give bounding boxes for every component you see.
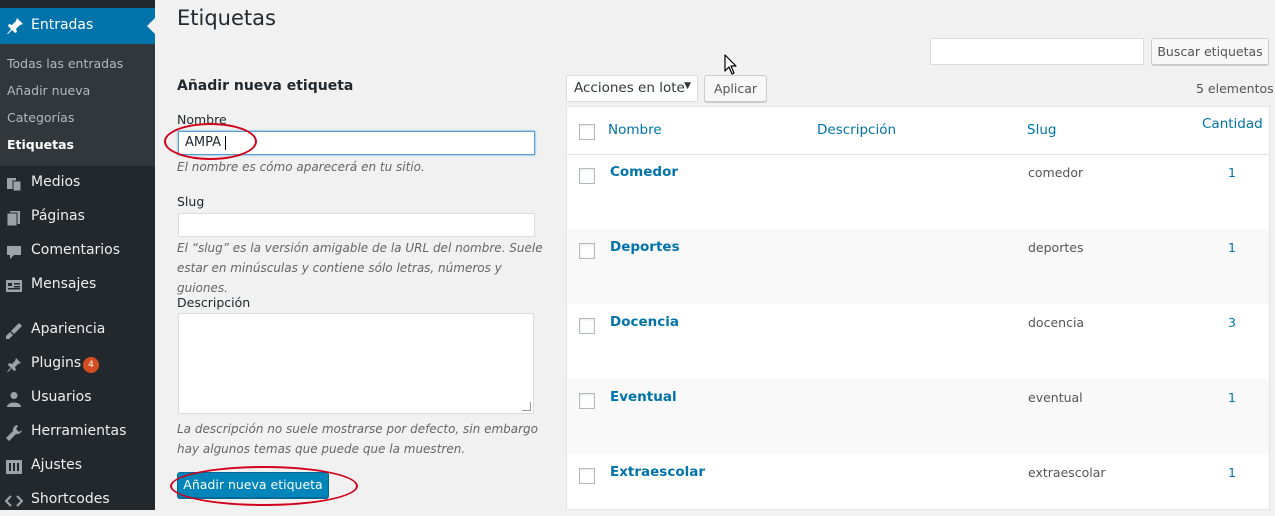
table-row: Eventual eventual 1 [567,379,1269,454]
menu-item-paginas[interactable]: Páginas [0,203,155,233]
menu-label: Medios [31,174,81,190]
row-checkbox[interactable] [579,168,595,184]
column-count[interactable]: Cantidad [1202,116,1263,132]
menu-label: Páginas [31,208,85,224]
tag-name-link[interactable]: Extraescolar [610,464,705,480]
annotation-ellipse-button [170,466,358,506]
table-row: Extraescolar extraescolar 1 [567,454,1269,509]
description-hint: La descripción no suele mostrarse por de… [177,422,539,456]
menu-item-usuarios[interactable]: Usuarios [0,384,155,414]
tag-count-link[interactable]: 3 [1228,315,1236,330]
menu-item-medios[interactable]: Medios [0,169,155,199]
row-checkbox[interactable] [579,393,595,409]
search-tags-button[interactable]: Buscar etiquetas [1151,38,1269,65]
submenu-item-categorias[interactable]: Categorías [7,110,74,125]
tags-table: Nombre Descripción Slug Cantidad Comedor… [566,106,1270,510]
table-row: Deportes deportes 1 [567,229,1269,304]
tag-name-link[interactable]: Deportes [610,239,680,255]
menu-label: Shortcodes [31,491,110,507]
tag-name-link[interactable]: Comedor [610,164,678,180]
current-menu-arrow [147,18,155,34]
name-hint: El nombre es cómo aparecerá en tu sitio. [177,160,425,174]
pages-icon [5,209,23,227]
menu-item-comentarios[interactable]: Comentarios [0,237,155,267]
tag-slug: extraescolar [1028,465,1106,480]
users-icon [5,390,23,408]
menu-label: Mensajes [31,276,97,292]
menu-item-apariencia[interactable]: Apariencia [0,316,155,346]
description-field[interactable] [178,313,534,414]
settings-icon [5,458,23,476]
menu-label: Comentarios [31,242,121,258]
select-all-checkbox[interactable] [579,124,595,140]
submenu-item-anadir-nueva[interactable]: Añadir nueva [7,83,90,98]
description-label: Descripción [177,295,251,310]
search-tags-input[interactable] [930,38,1144,65]
column-name[interactable]: Nombre [608,122,662,138]
tag-slug: comedor [1028,165,1084,180]
tag-slug: eventual [1028,390,1083,405]
menu-label: Usuarios [31,389,92,405]
menu-item-entradas[interactable]: Entradas [0,8,155,44]
table-row: Comedor comedor 1 [567,154,1269,229]
tag-count-link[interactable]: 1 [1228,240,1236,255]
page-title: Etiquetas [177,6,276,30]
table-row: Docencia docencia 3 [567,304,1269,379]
menu-item-ajustes[interactable]: Ajustes [0,452,155,482]
menu-item-plugins[interactable]: Plugins 4 [0,350,155,380]
mouse-cursor-icon [724,54,738,80]
row-checkbox[interactable] [579,468,595,484]
tag-count-link[interactable]: 1 [1228,165,1236,180]
plugins-icon [5,356,23,374]
annotation-ellipse-name [164,123,257,160]
menu-item-mensajes[interactable]: Mensajes [0,271,155,301]
menu-label: Herramientas [31,423,127,439]
menu-label: Plugins [31,355,82,371]
menu-label: Ajustes [31,457,83,473]
slug-field[interactable] [178,213,535,237]
menu-item-shortcodes[interactable]: Shortcodes [0,486,155,516]
column-description[interactable]: Descripción [817,122,896,138]
bulk-actions-value: Acciones en lote [574,80,685,96]
tag-count-link[interactable]: 1 [1228,390,1236,405]
media-icon [5,175,23,193]
bulk-actions-select[interactable]: Acciones en lote ▼ [566,75,698,102]
update-count-badge: 4 [83,357,99,373]
slug-label: Slug [177,194,205,209]
pushpin-icon [6,17,24,35]
items-count: 5 elementos [1196,81,1274,96]
add-tag-heading: Añadir nueva etiqueta [177,78,354,94]
tag-slug: docencia [1028,315,1085,330]
tag-name-link[interactable]: Docencia [610,314,679,330]
dropdown-arrow-icon: ▼ [684,81,691,91]
resize-handle[interactable] [522,402,531,411]
column-slug[interactable]: Slug [1027,122,1056,138]
admin-sidebar: Entradas Todas las entradas Añadir nueva… [0,0,155,510]
tag-slug: deportes [1028,240,1084,255]
submenu-item-etiquetas[interactable]: Etiquetas [7,137,74,152]
slug-hint: El “slug” es la versión amigable de la U… [177,241,543,295]
menu-label: Apariencia [31,321,106,337]
submenu-entradas: Todas las entradas Añadir nueva Categorí… [0,44,155,166]
submenu-item-todas-las-entradas[interactable]: Todas las entradas [7,56,123,71]
row-checkbox[interactable] [579,318,595,334]
menu-label: Entradas [31,17,94,33]
appearance-icon [5,322,23,340]
table-header: Nombre Descripción Slug Cantidad [567,107,1269,155]
tag-name-link[interactable]: Eventual [610,389,677,405]
menu-item-herramientas[interactable]: Herramientas [0,418,155,448]
code-icon [4,492,24,510]
tools-icon [5,424,23,442]
tag-count-link[interactable]: 1 [1228,465,1236,480]
messages-icon [5,277,23,295]
row-checkbox[interactable] [579,243,595,259]
comments-icon [5,243,23,261]
